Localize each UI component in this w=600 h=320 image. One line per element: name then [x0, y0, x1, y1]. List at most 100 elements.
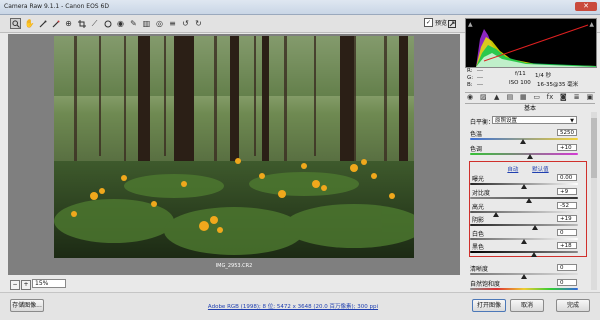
- blacks-slider-thumb[interactable]: [531, 252, 537, 257]
- color-sampler-icon[interactable]: [50, 18, 61, 29]
- vibrance-label: 自然饱和度: [470, 281, 501, 288]
- whites-label: 白色: [472, 231, 485, 238]
- highlight-clip-icon[interactable]: ▲: [589, 21, 594, 28]
- contrast-slider[interactable]: [470, 197, 578, 199]
- white-balance-select[interactable]: 原照设置 ▼: [492, 116, 577, 124]
- tab-camera-calibration-icon[interactable]: ◙: [558, 93, 568, 103]
- r-value: ---: [477, 68, 483, 74]
- window-title: Camera Raw 9.1.1 - Canon EOS 6D: [4, 3, 109, 10]
- panel-title: 基本: [523, 105, 536, 112]
- exposure-label: 曝光: [472, 176, 485, 183]
- blacks-slider[interactable]: [470, 251, 578, 253]
- blacks-field[interactable]: +18: [557, 242, 577, 249]
- b-label: B:: [467, 82, 473, 88]
- hand-icon[interactable]: ✋: [24, 18, 35, 29]
- aperture-value: f/11: [515, 71, 526, 77]
- bottom-bar: 存储图像... Adobe RGB (1998); 8 位; 5472 x 36…: [0, 292, 600, 320]
- tab-split-toning-icon[interactable]: ▦: [518, 93, 528, 103]
- preferences-icon[interactable]: ≡: [167, 18, 178, 29]
- tab-lens-icon[interactable]: ▭: [532, 93, 542, 103]
- contrast-field[interactable]: +9: [557, 188, 577, 195]
- save-image-button[interactable]: 存储图像...: [10, 299, 44, 312]
- white-balance-icon[interactable]: [37, 18, 48, 29]
- auto-default-links: 自动 默认值: [469, 165, 587, 173]
- chevron-down-icon: ▼: [570, 118, 574, 124]
- spot-removal-icon[interactable]: [102, 18, 113, 29]
- histogram: ▲ ▲: [465, 18, 597, 68]
- rotate-ccw-icon[interactable]: ↺: [180, 18, 191, 29]
- zoom-icon[interactable]: [10, 18, 21, 29]
- targeted-adjust-icon[interactable]: ⊕: [63, 18, 74, 29]
- rotate-cw-icon[interactable]: ↻: [193, 18, 204, 29]
- g-label: G:: [467, 75, 474, 81]
- shadows-label: 阴影: [472, 217, 485, 224]
- tab-hsl-icon[interactable]: ▤: [505, 93, 515, 103]
- shadows-slider-thumb[interactable]: [532, 225, 538, 230]
- cancel-button[interactable]: 取消: [510, 299, 544, 312]
- lens-value: 16-35@35 毫米: [537, 82, 579, 88]
- tint-slider-thumb[interactable]: [527, 154, 533, 159]
- window-close-button[interactable]: ✕: [575, 2, 597, 11]
- clarity-label: 清晰度: [470, 266, 489, 273]
- tab-detail-icon[interactable]: ▲: [492, 93, 502, 103]
- tint-label: 色调: [470, 146, 483, 153]
- tab-tone-curve-icon[interactable]: ▨: [478, 93, 488, 103]
- whites-slider-thumb[interactable]: [521, 239, 527, 244]
- crop-icon[interactable]: [76, 18, 87, 29]
- camera-info: R: G: B: --- --- --- f/11 1/4 秒 ISO 100 …: [465, 68, 595, 90]
- r-label: R:: [467, 68, 473, 74]
- white-balance-value: 原照设置: [495, 118, 518, 124]
- preview-checkbox[interactable]: ✓: [424, 18, 433, 27]
- temp-label: 色温: [470, 131, 483, 138]
- fullscreen-icon[interactable]: [446, 18, 457, 29]
- shadows-slider[interactable]: [470, 224, 578, 226]
- whites-field[interactable]: 0: [557, 229, 577, 236]
- graduated-filter-icon[interactable]: ▥: [141, 18, 152, 29]
- shadow-clip-icon[interactable]: ▲: [468, 21, 473, 28]
- b-value: ---: [477, 82, 483, 88]
- clarity-slider-thumb[interactable]: [521, 274, 527, 279]
- shutter-value: 1/4 秒: [535, 73, 552, 79]
- temp-field[interactable]: 5250: [557, 129, 577, 136]
- highlights-slider-thumb[interactable]: [493, 212, 499, 217]
- auto-link[interactable]: 自动: [507, 167, 518, 173]
- zoom-level-select[interactable]: 15%: [32, 279, 66, 288]
- tint-slider[interactable]: [470, 153, 578, 155]
- workflow-options-link[interactable]: Adobe RGB (1998); 8 位; 5472 x 3648 (20.0…: [178, 302, 408, 310]
- radial-filter-icon[interactable]: ◎: [154, 18, 165, 29]
- clarity-field[interactable]: 0: [557, 264, 577, 271]
- vibrance-slider[interactable]: [470, 288, 578, 290]
- image-filename: IMG_2953.CR2: [215, 263, 253, 269]
- blacks-label: 黑色: [472, 244, 485, 251]
- tab-effects-icon[interactable]: fx: [545, 93, 555, 103]
- highlights-field[interactable]: -52: [557, 202, 577, 209]
- adjustment-brush-icon[interactable]: ✎: [128, 18, 139, 29]
- shadows-field[interactable]: +19: [557, 215, 577, 222]
- zoom-out-button[interactable]: −: [10, 280, 20, 290]
- temp-slider-thumb[interactable]: [520, 139, 526, 144]
- zoom-in-button[interactable]: +: [21, 280, 31, 290]
- panel-scrollbar-thumb[interactable]: [591, 118, 597, 178]
- highlights-label: 高光: [472, 204, 485, 211]
- highlights-slider[interactable]: [470, 211, 578, 213]
- image-canvas[interactable]: IMG_2953.CR2: [8, 34, 460, 275]
- done-button[interactable]: 完成: [556, 299, 590, 312]
- panel-scrollbar[interactable]: [591, 112, 597, 290]
- red-eye-icon[interactable]: ◉: [115, 18, 126, 29]
- tab-basic-icon[interactable]: ◉: [465, 93, 475, 103]
- g-value: ---: [477, 75, 483, 81]
- contrast-slider-thumb[interactable]: [526, 198, 532, 203]
- exposure-field[interactable]: 0.00: [557, 174, 577, 181]
- tab-presets-icon[interactable]: ≣: [572, 93, 582, 103]
- preview-toggle[interactable]: ✓ 预览: [424, 18, 447, 27]
- title-bar: Camera Raw 9.1.1 - Canon EOS 6D ✕: [0, 0, 600, 15]
- iso-value: ISO 100: [509, 80, 531, 86]
- tab-snapshots-icon[interactable]: ▣: [585, 93, 595, 103]
- tint-field[interactable]: +10: [557, 144, 577, 151]
- vibrance-field[interactable]: 0: [557, 279, 577, 286]
- straighten-icon[interactable]: ⟋: [89, 18, 100, 29]
- open-image-button[interactable]: 打开图像: [472, 299, 506, 312]
- photo-preview[interactable]: [54, 36, 414, 258]
- default-link[interactable]: 默认值: [532, 167, 549, 173]
- exposure-slider-thumb[interactable]: [521, 184, 527, 189]
